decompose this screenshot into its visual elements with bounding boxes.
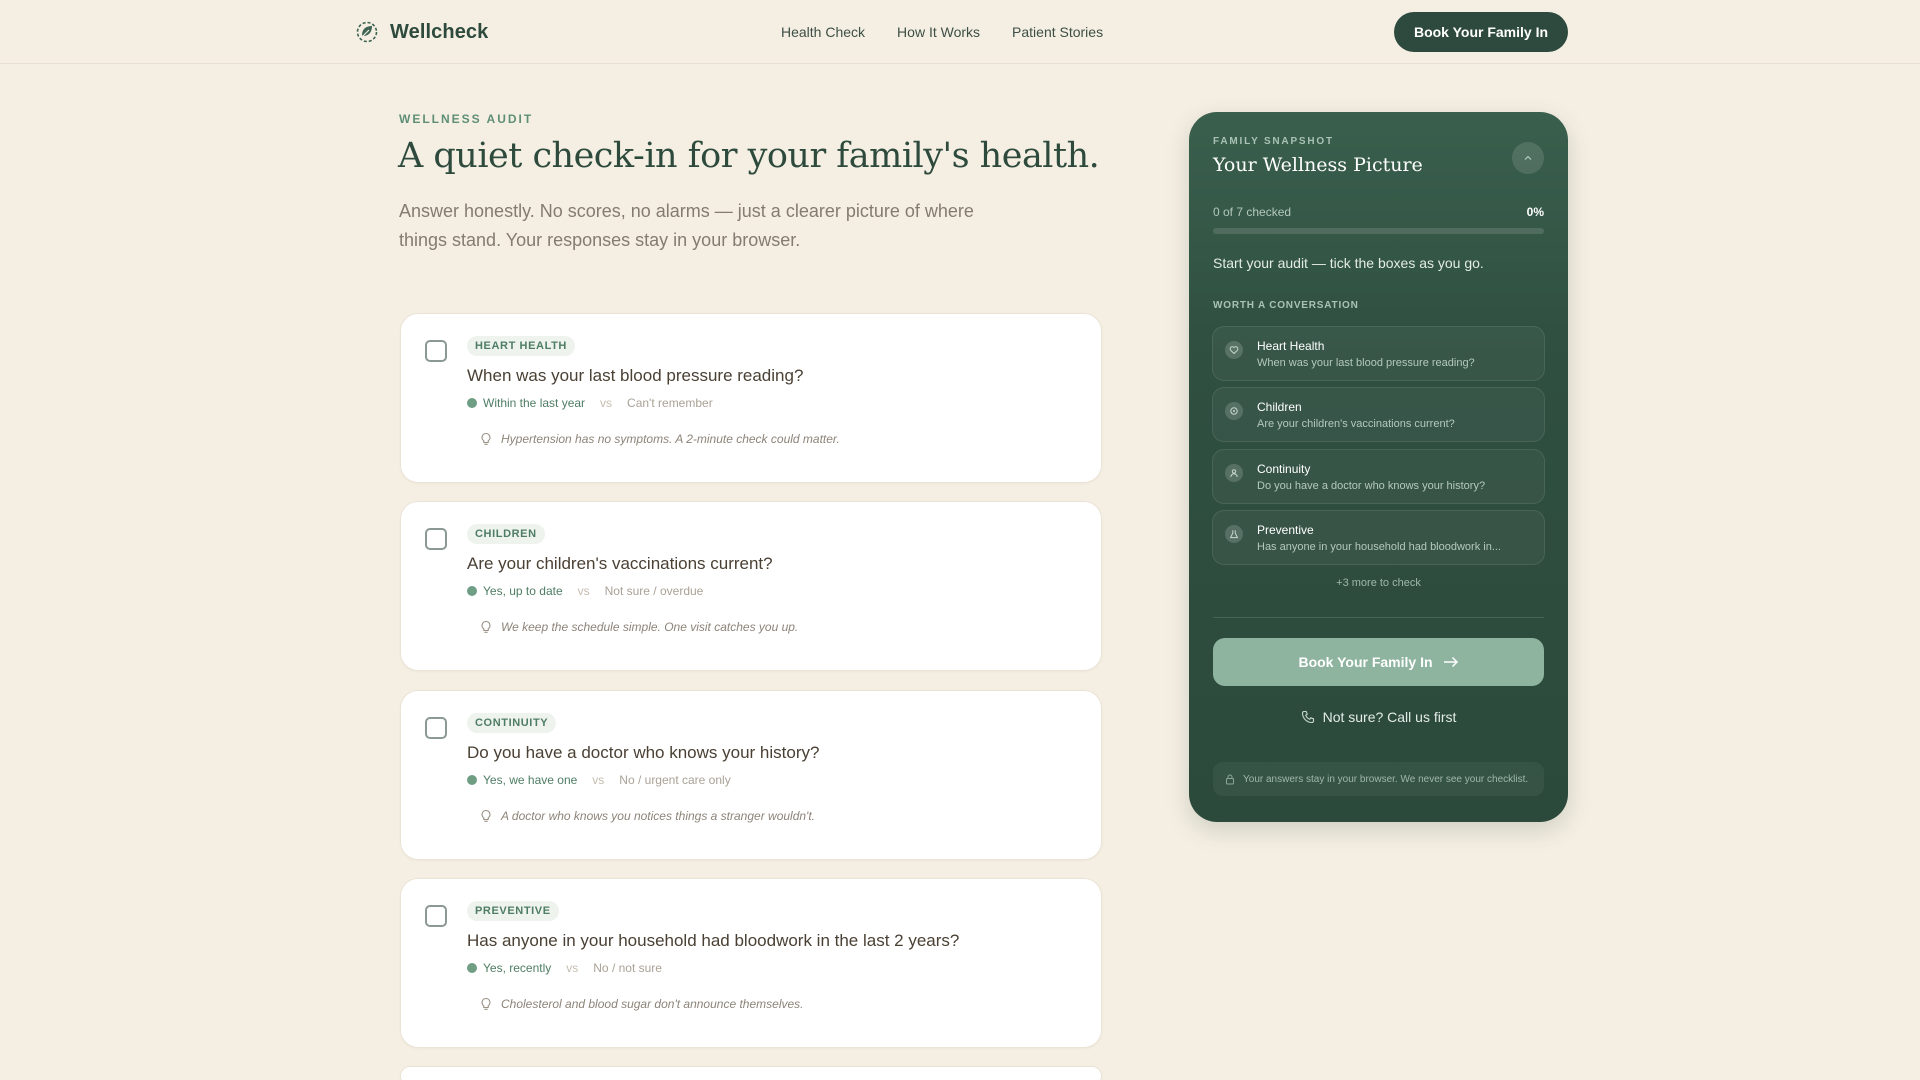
answer-positive: Yes, we have one	[483, 773, 578, 787]
topic-item-preventive[interactable]: Preventive Has anyone in your household …	[1212, 510, 1545, 565]
topic-title: Preventive	[1257, 523, 1314, 537]
topic-title: Heart Health	[1257, 339, 1325, 353]
book-family-panel-button[interactable]: Book Your Family In	[1213, 638, 1544, 686]
question-checkbox[interactable]	[425, 905, 447, 927]
question-text: Do you have a doctor who knows your hist…	[467, 743, 820, 762]
progress-bar	[1213, 228, 1544, 234]
topic-item-continuity[interactable]: Continuity Do you have a doctor who know…	[1212, 449, 1545, 504]
privacy-note: Your answers stay in your browser. We ne…	[1213, 762, 1544, 796]
lightbulb-icon	[481, 997, 491, 1010]
question-card-heart-health: HEART HEALTH When was your last blood pr…	[400, 313, 1102, 483]
nav-link-how-it-works[interactable]: How It Works	[897, 22, 980, 42]
topic-item-heart-health[interactable]: Heart Health When was your last blood pr…	[1212, 326, 1545, 381]
answer-negative: Not sure / overdue	[604, 584, 704, 598]
progress-label: 0 of 7 checked	[1213, 205, 1292, 219]
versus-label: vs	[577, 584, 590, 598]
category-tag: HEART HEALTH	[467, 336, 575, 356]
progress-percent: 0%	[1526, 205, 1544, 219]
flask-icon	[1225, 525, 1243, 543]
nav-link-health-check[interactable]: Health Check	[781, 22, 865, 42]
question-checkbox[interactable]	[425, 717, 447, 739]
question-card-preventive: PREVENTIVE Has anyone in your household …	[400, 878, 1102, 1048]
leaf-logo-icon	[356, 21, 378, 43]
versus-label: vs	[600, 396, 613, 410]
hint-text: A doctor who knows you notices things a …	[501, 809, 816, 823]
hint-text: Hypertension has no symptoms. A 2-minute…	[501, 432, 840, 446]
phone-icon	[1301, 710, 1314, 724]
person-icon	[1225, 464, 1243, 482]
answer-options: Within the last year vs Can't remember	[467, 395, 713, 411]
topic-title: Children	[1257, 400, 1302, 414]
category-tag: CONTINUITY	[467, 713, 557, 733]
book-family-header-button[interactable]: Book Your Family In	[1394, 12, 1568, 52]
answer-positive: Yes, recently	[483, 961, 552, 975]
answer-negative: Can't remember	[627, 396, 713, 410]
cta-label: Book Your Family In	[1298, 654, 1433, 670]
question-hint: We keep the schedule simple. One visit c…	[479, 620, 798, 634]
question-hint: A doctor who knows you notices things a …	[479, 809, 815, 823]
check-dot-icon	[467, 398, 477, 408]
lightbulb-icon	[481, 432, 491, 445]
topic-title: Continuity	[1257, 462, 1311, 476]
worth-conversation-label: WORTH A CONVERSATION	[1213, 300, 1359, 311]
versus-label: vs	[592, 773, 605, 787]
chevron-up-icon	[1524, 155, 1532, 160]
question-checkbox[interactable]	[425, 528, 447, 550]
category-tag: CHILDREN	[467, 524, 545, 544]
topic-subtitle: Has anyone in your household had bloodwo…	[1257, 541, 1501, 553]
call-us-link[interactable]: Not sure? Call us first	[1189, 709, 1568, 725]
hint-text: Cholesterol and blood sugar don't announ…	[501, 997, 804, 1011]
panel-eyebrow: FAMILY SNAPSHOT	[1213, 136, 1334, 147]
main-nav: Health Check How It Works Patient Storie…	[781, 22, 1103, 42]
category-tag: PREVENTIVE	[467, 901, 559, 921]
topic-item-children[interactable]: Children Are your children's vaccination…	[1212, 387, 1545, 442]
answer-options: Yes, we have one vs No / urgent care onl…	[467, 772, 731, 788]
question-text: When was your last blood pressure readin…	[467, 366, 804, 385]
question-hint: Hypertension has no symptoms. A 2-minute…	[479, 432, 840, 446]
check-dot-icon	[467, 586, 477, 596]
heart-icon	[1225, 341, 1243, 359]
call-us-text: Not sure? Call us first	[1322, 709, 1457, 725]
check-dot-icon	[467, 963, 477, 973]
question-text: Has anyone in your household had bloodwo…	[467, 931, 960, 950]
lightbulb-icon	[481, 809, 491, 822]
brand[interactable]: Wellcheck	[356, 18, 488, 46]
question-checkbox[interactable]	[425, 340, 447, 362]
answer-positive: Within the last year	[483, 396, 586, 410]
panel-title: Your Wellness Picture	[1213, 154, 1423, 176]
lock-icon	[1226, 774, 1234, 784]
nav-link-patient-stories[interactable]: Patient Stories	[1012, 22, 1103, 42]
family-snapshot-panel: FAMILY SNAPSHOT Your Wellness Picture 0 …	[1189, 112, 1568, 822]
question-card-continuity: CONTINUITY Do you have a doctor who know…	[400, 690, 1102, 860]
section-eyebrow: WELLNESS AUDIT	[399, 112, 534, 126]
more-topics-link[interactable]: +3 more to check	[1189, 577, 1568, 589]
page-title: A quiet check-in for your family's healt…	[398, 136, 1100, 176]
brand-name: Wellcheck	[390, 20, 489, 43]
check-dot-icon	[467, 775, 477, 785]
answer-negative: No / not sure	[593, 961, 662, 975]
child-icon	[1225, 402, 1243, 420]
topic-subtitle: When was your last blood pressure readin…	[1257, 357, 1475, 369]
collapse-panel-button[interactable]	[1512, 142, 1544, 174]
topic-subtitle: Are your children's vaccinations current…	[1257, 418, 1455, 430]
answer-positive: Yes, up to date	[483, 584, 563, 598]
hint-text: We keep the schedule simple. One visit c…	[501, 620, 799, 634]
question-card-children: CHILDREN Are your children's vaccination…	[400, 501, 1102, 671]
topic-subtitle: Do you have a doctor who knows your hist…	[1257, 480, 1486, 492]
audit-status-text: Start your audit — tick the boxes as you…	[1213, 255, 1484, 271]
question-hint: Cholesterol and blood sugar don't announ…	[479, 997, 804, 1011]
answer-options: Yes, recently vs No / not sure	[467, 960, 662, 976]
top-navigation-bar: Wellcheck Health Check How It Works Pati…	[0, 0, 1920, 64]
lightbulb-icon	[481, 620, 491, 633]
arrow-right-icon	[1443, 656, 1458, 668]
panel-divider	[1213, 617, 1544, 618]
page-subtitle: Answer honestly. No scores, no alarms — …	[399, 201, 974, 250]
answer-negative: No / urgent care only	[619, 773, 731, 787]
answer-options: Yes, up to date vs Not sure / overdue	[467, 583, 703, 599]
question-text: Are your children's vaccinations current…	[467, 554, 773, 573]
question-card-next	[400, 1066, 1102, 1080]
versus-label: vs	[566, 961, 579, 975]
privacy-text: Your answers stay in your browser. We ne…	[1243, 773, 1529, 785]
